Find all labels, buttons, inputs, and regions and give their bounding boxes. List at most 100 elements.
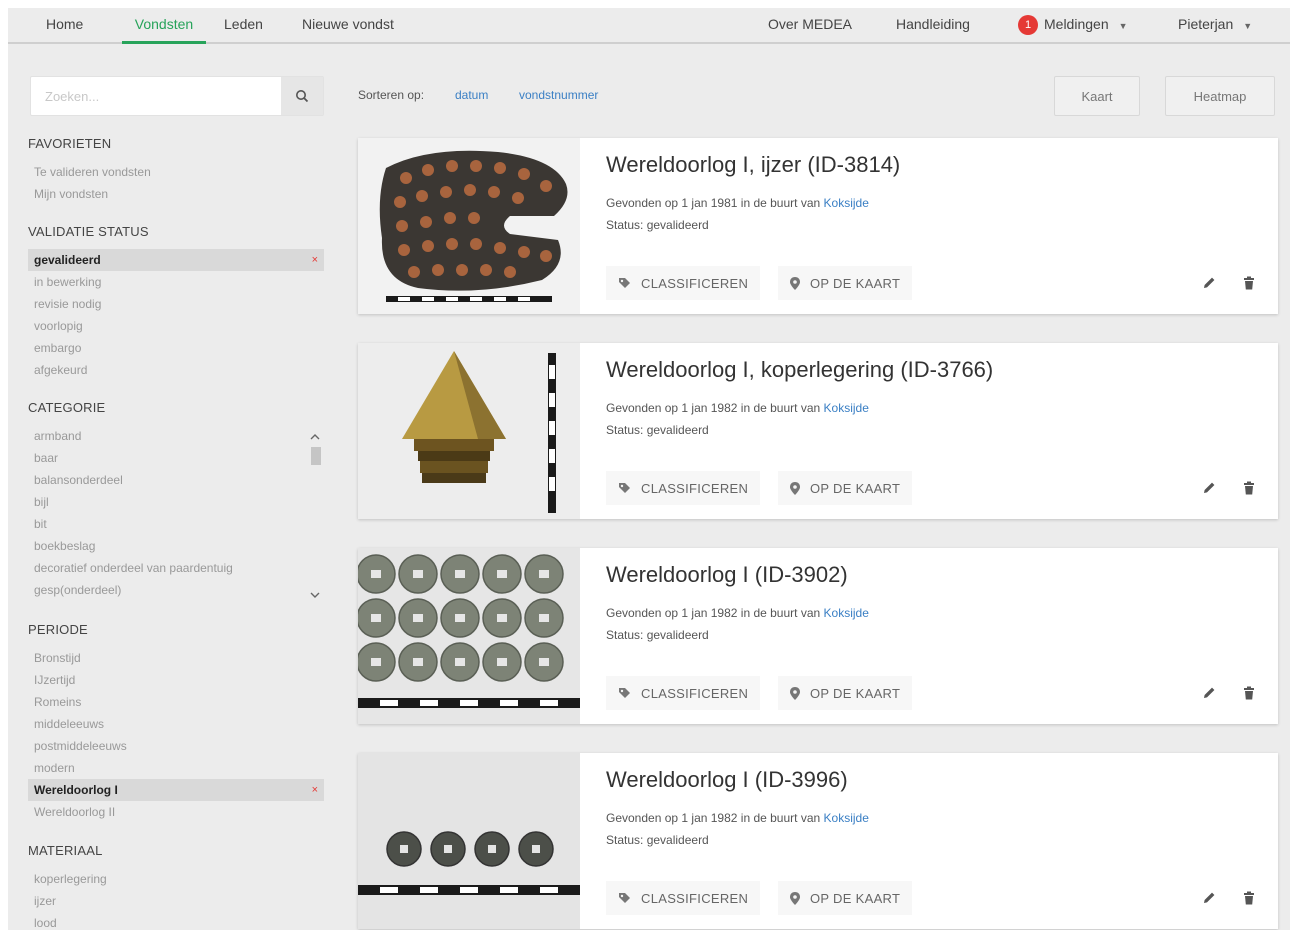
find-found-text: Gevonden op 1 jan 1982 in de buurt van (606, 401, 821, 415)
find-card: Wereldoorlog I, ijzer (ID-3814) Gevonden… (358, 138, 1278, 314)
nav-notifications[interactable]: 1 Meldingen ▼ (1018, 12, 1128, 44)
facet-item-axe[interactable]: bijl (28, 491, 310, 513)
classify-button[interactable]: CLASSIFICEREN (606, 471, 761, 505)
find-photo[interactable] (358, 138, 580, 314)
facet-item-provisional[interactable]: voorlopig (28, 315, 324, 337)
find-photo[interactable] (358, 343, 580, 519)
find-found-text: Gevonden op 1 jan 1982 in de buurt van (606, 606, 821, 620)
facet-item-buckle-part[interactable]: gesp(onderdeel) (28, 579, 310, 601)
pencil-icon (1204, 892, 1215, 903)
nav-about[interactable]: Over MEDEA (768, 12, 852, 44)
edit-button[interactable] (1200, 684, 1218, 702)
facet-item-balance-part[interactable]: balansonderdeel (28, 469, 310, 491)
delete-button[interactable] (1240, 479, 1258, 497)
facet-item-modern[interactable]: modern (28, 757, 324, 779)
delete-button[interactable] (1240, 889, 1258, 907)
show-on-map-button[interactable]: OP DE KAART (778, 881, 913, 915)
show-on-map-button[interactable]: OP DE KAART (778, 471, 913, 505)
facet-item-my-finds[interactable]: Mijn vondsten (28, 183, 324, 205)
facet-item-ingot[interactable]: baar (28, 447, 310, 469)
facet-item-post-medieval[interactable]: postmiddeleeuws (28, 735, 324, 757)
page: Home Vondsten Leden Nieuwe vondst Over M… (8, 8, 1290, 930)
facet-item-to-validate[interactable]: Te valideren vondsten (28, 161, 324, 183)
close-icon[interactable]: × (312, 779, 318, 801)
find-photo[interactable] (358, 548, 580, 724)
find-card: Wereldoorlog I (ID-3902) Gevonden op 1 j… (358, 548, 1278, 724)
nav-user-menu[interactable]: Pieterjan ▼ (1178, 12, 1252, 44)
facet-item-iron[interactable]: ijzer (28, 890, 324, 912)
facet-item-book-fitting[interactable]: boekbeslag (28, 535, 310, 557)
trash-icon (1244, 891, 1254, 905)
find-found-info: Gevonden op 1 jan 1981 in de buurt van K… (606, 196, 869, 210)
edit-button[interactable] (1200, 274, 1218, 292)
facet-item-lead[interactable]: lood (28, 912, 324, 930)
facet-item-embargo[interactable]: embargo (28, 337, 324, 359)
find-status: Status: gevalideerd (606, 628, 709, 642)
tag-icon (619, 687, 630, 698)
show-on-map-button[interactable]: OP DE KAART (778, 676, 913, 710)
search-input[interactable] (31, 77, 279, 115)
facet-item-validated[interactable]: gevalideerd × (28, 249, 324, 271)
category-scrollbar[interactable] (308, 433, 324, 603)
close-icon[interactable]: × (312, 249, 318, 271)
find-found-info: Gevonden op 1 jan 1982 in de buurt van K… (606, 606, 869, 620)
classify-label: CLASSIFICEREN (641, 890, 749, 906)
find-place-link[interactable]: Koksijde (824, 401, 869, 415)
tag-icon (619, 482, 630, 493)
chevron-down-icon: ▼ (1118, 21, 1128, 31)
map-button[interactable]: Kaart (1054, 76, 1140, 116)
nav-manual[interactable]: Handleiding (896, 12, 970, 44)
facet-item-roman[interactable]: Romeins (28, 691, 324, 713)
classify-button[interactable]: CLASSIFICEREN (606, 881, 761, 915)
facet-item-world-war-2[interactable]: Wereldoorlog II (28, 801, 324, 823)
tag-icon (619, 277, 630, 288)
heatmap-button[interactable]: Heatmap (1165, 76, 1275, 116)
nav-finds[interactable]: Vondsten (122, 12, 206, 44)
facet-item-iron-age[interactable]: IJzertijd (28, 669, 324, 691)
find-place-link[interactable]: Koksijde (824, 196, 869, 210)
sort-by-date[interactable]: datum (455, 88, 488, 102)
chevron-down-icon[interactable] (310, 591, 320, 602)
sort-by-find-number[interactable]: vondstnummer (519, 88, 598, 102)
find-found-info: Gevonden op 1 jan 1982 in de buurt van K… (606, 401, 869, 415)
facet-title-period: PERIODE (28, 622, 88, 637)
find-title[interactable]: Wereldoorlog I, ijzer (ID-3814) (606, 152, 900, 178)
chevron-up-icon[interactable] (310, 433, 320, 444)
show-on-map-button[interactable]: OP DE KAART (778, 266, 913, 300)
find-place-link[interactable]: Koksijde (824, 811, 869, 825)
find-place-link[interactable]: Koksijde (824, 606, 869, 620)
show-on-map-label: OP DE KAART (810, 685, 901, 701)
facet-item-bit[interactable]: bit (28, 513, 310, 535)
facet-item-copper-alloy[interactable]: koperlegering (28, 868, 324, 890)
facet-title-validation-status: VALIDATIE STATUS (28, 224, 149, 239)
classify-button[interactable]: CLASSIFICEREN (606, 676, 761, 710)
nav-members[interactable]: Leden (224, 12, 263, 44)
nav-new-find[interactable]: Nieuwe vondst (302, 12, 394, 44)
facet-item-rejected[interactable]: afgekeurd (28, 359, 324, 381)
find-title[interactable]: Wereldoorlog I (ID-3902) (606, 562, 848, 588)
find-title[interactable]: Wereldoorlog I, koperlegering (ID-3766) (606, 357, 993, 383)
search-button[interactable] (281, 77, 323, 115)
edit-button[interactable] (1200, 479, 1218, 497)
find-card: Wereldoorlog I (ID-3996) Gevonden op 1 j… (358, 753, 1278, 929)
nav-home[interactable]: Home (46, 12, 83, 44)
facet-item-world-war-1[interactable]: Wereldoorlog I × (28, 779, 324, 801)
find-found-text: Gevonden op 1 jan 1981 in de buurt van (606, 196, 821, 210)
facet-item-revision-needed[interactable]: revisie nodig (28, 293, 324, 315)
scrollbar-thumb[interactable] (311, 447, 321, 465)
facet-item-bracelet[interactable]: armband (28, 425, 310, 447)
facet-item-medieval[interactable]: middeleeuws (28, 713, 324, 735)
edit-button[interactable] (1200, 889, 1218, 907)
facet-item-harness-ornament[interactable]: decoratief onderdeel van paardentuig (28, 557, 310, 579)
facet-item-in-progress[interactable]: in bewerking (28, 271, 324, 293)
classify-button[interactable]: CLASSIFICEREN (606, 266, 761, 300)
delete-button[interactable] (1240, 684, 1258, 702)
delete-button[interactable] (1240, 274, 1258, 292)
facet-item-bronze-age[interactable]: Bronstijd (28, 647, 324, 669)
find-status: Status: gevalideerd (606, 218, 709, 232)
find-photo[interactable] (358, 753, 580, 929)
find-title[interactable]: Wereldoorlog I (ID-3996) (606, 767, 848, 793)
top-navigation: Home Vondsten Leden Nieuwe vondst Over M… (8, 8, 1290, 44)
pencil-icon (1204, 482, 1215, 493)
classify-label: CLASSIFICEREN (641, 480, 749, 496)
